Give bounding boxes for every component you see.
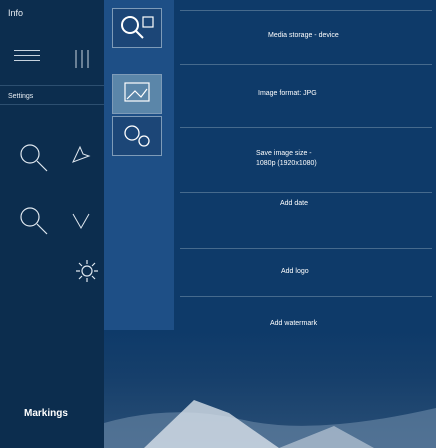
divider bbox=[180, 10, 432, 11]
markings-label[interactable]: Markings bbox=[24, 408, 68, 419]
preview-photo bbox=[104, 330, 436, 448]
gallery-cell[interactable] bbox=[112, 8, 162, 48]
image-format-cell[interactable] bbox=[112, 74, 162, 114]
size-option-line2[interactable]: 1080p (1920x1080) bbox=[256, 160, 317, 167]
divider bbox=[0, 85, 104, 86]
landscape-image bbox=[104, 400, 436, 448]
gears-icon bbox=[124, 125, 150, 147]
settings-gear-icon[interactable] bbox=[74, 258, 100, 284]
search-icon[interactable] bbox=[16, 140, 52, 176]
zoom-out-icon[interactable] bbox=[16, 203, 52, 239]
divider bbox=[180, 192, 432, 193]
vertical-bars-icon[interactable] bbox=[72, 48, 94, 70]
menu-icon[interactable] bbox=[14, 50, 40, 68]
add-date-option[interactable]: Add date bbox=[280, 200, 308, 207]
divider bbox=[180, 64, 432, 65]
add-watermark-option[interactable]: Add watermark bbox=[270, 320, 317, 327]
storage-option[interactable]: Media storage - device bbox=[268, 32, 339, 39]
size-option-line1[interactable]: Save image size - bbox=[256, 150, 312, 157]
divider bbox=[180, 248, 432, 249]
image-icon bbox=[124, 82, 150, 102]
divider bbox=[180, 127, 432, 128]
divider bbox=[0, 104, 104, 105]
signal-icon[interactable] bbox=[70, 210, 92, 232]
info-label[interactable]: Info bbox=[8, 8, 23, 18]
left-sidebar: Info Settings Markings bbox=[0, 0, 105, 448]
format-option[interactable]: Image format: JPG bbox=[258, 90, 317, 97]
cursor-icon[interactable] bbox=[70, 143, 92, 165]
divider bbox=[180, 296, 432, 297]
size-cell[interactable] bbox=[112, 116, 162, 156]
settings-label[interactable]: Settings bbox=[8, 93, 33, 100]
gallery-icon bbox=[121, 16, 154, 39]
add-logo-option[interactable]: Add logo bbox=[281, 268, 309, 275]
